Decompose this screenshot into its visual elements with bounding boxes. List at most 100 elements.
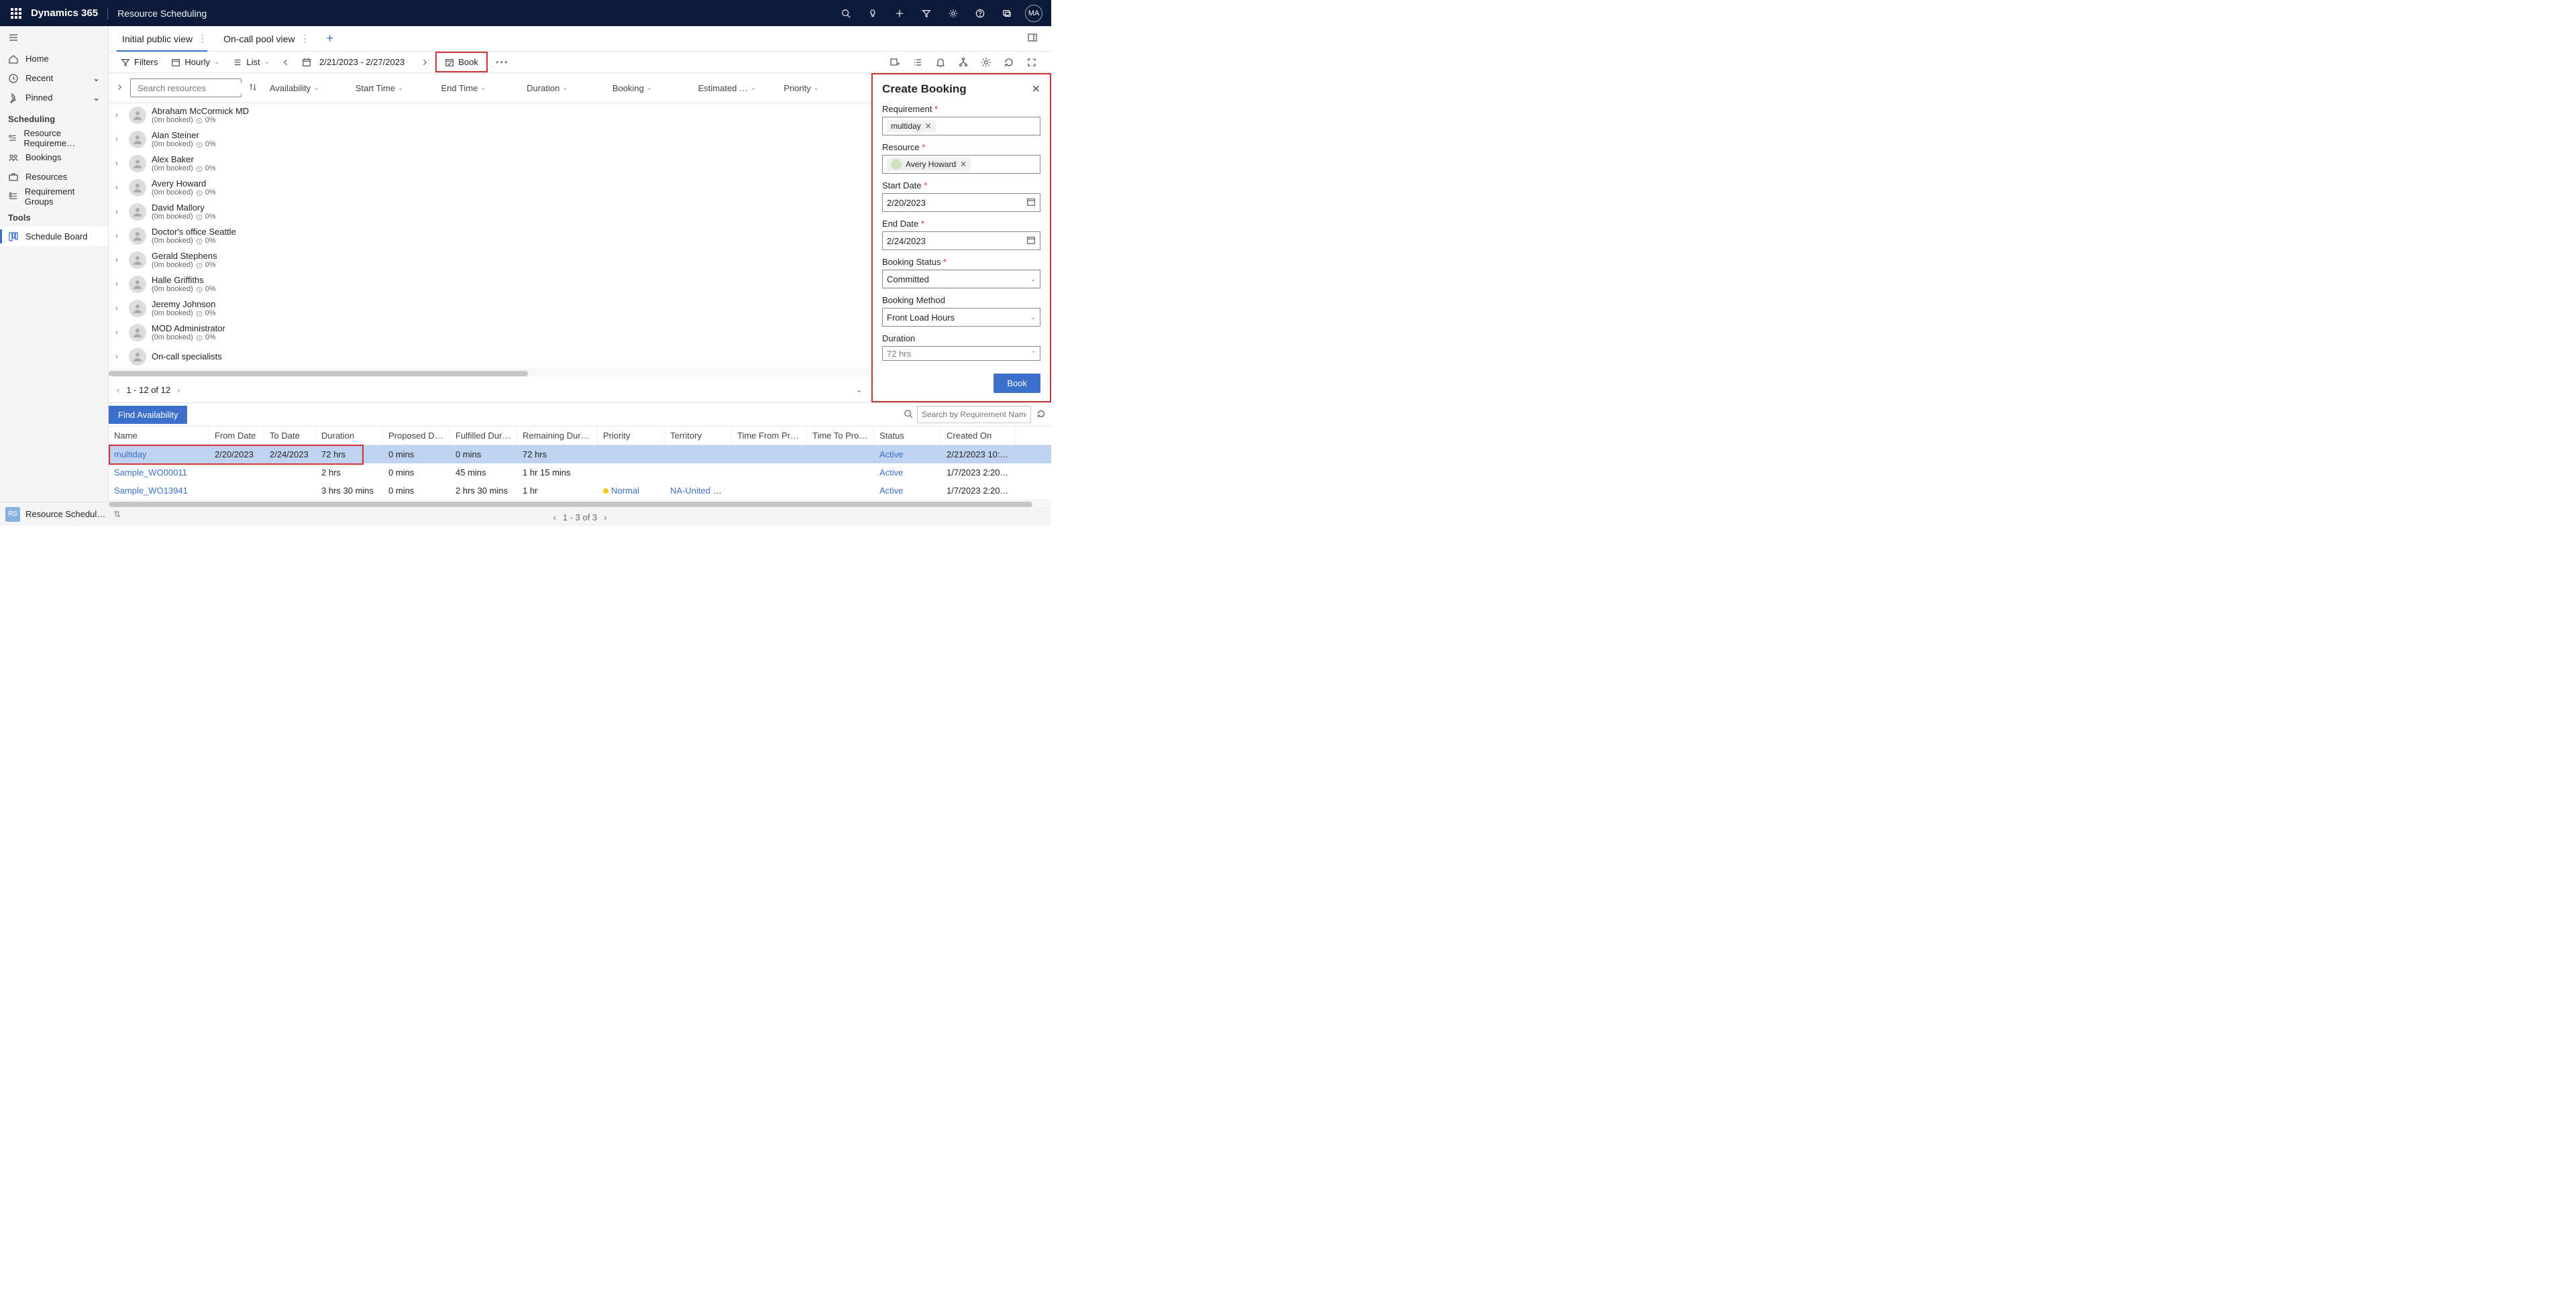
nav-schedule-board[interactable]: Schedule Board	[0, 227, 108, 246]
nav-requirement-groups[interactable]: Requirement Groups	[0, 186, 108, 206]
tab-menu-button[interactable]: ⋮	[195, 33, 210, 44]
view-hourly-button[interactable]: Hourly ⌄	[166, 54, 225, 70]
resource-row[interactable]: › Alan Steiner (0m booked) 0%	[109, 127, 871, 152]
scrollbar-thumb[interactable]	[109, 502, 1032, 507]
messages-button[interactable]	[994, 0, 1020, 26]
col-availability[interactable]: Availability⌄	[264, 83, 350, 93]
nav-resources[interactable]: Resources	[0, 167, 108, 186]
scrollbar-thumb[interactable]	[109, 371, 528, 376]
col-fulfilled-duration[interactable]: Fulfilled Durat…	[450, 427, 517, 445]
more-commands-button[interactable]: •••	[490, 54, 515, 70]
territory-link[interactable]: NA-United Sta…	[670, 486, 732, 496]
prev-range-button[interactable]	[278, 54, 294, 70]
collapse-toggle-button[interactable]: ⌄	[855, 384, 863, 395]
grid-pager-prev[interactable]: ‹	[553, 512, 556, 522]
resource-row[interactable]: › Jeremy Johnson (0m booked) 0%	[109, 296, 871, 321]
grid-horizontal-scrollbar[interactable]	[109, 500, 1051, 508]
calendar-icon[interactable]	[1026, 235, 1036, 247]
col-estimated[interactable]: Estimated …⌄	[693, 83, 779, 93]
col-remaining-duration[interactable]: Remaining Duration	[517, 427, 598, 445]
next-range-button[interactable]	[417, 54, 433, 70]
col-proposed-duration[interactable]: Proposed Dur…	[383, 427, 450, 445]
nav-resource-requirements[interactable]: Resource Requireme…	[0, 128, 108, 148]
expand-resource-button[interactable]: ›	[115, 304, 123, 313]
find-availability-button[interactable]: Find Availability	[109, 406, 187, 424]
horizontal-scrollbar[interactable]	[109, 369, 871, 377]
date-range-picker[interactable]: 2/21/2023 - 2/27/2023	[297, 54, 414, 70]
resource-row[interactable]: › Doctor's office Seattle (0m booked) 0%	[109, 224, 871, 248]
booking-method-select[interactable]: Front Load Hours ⌄	[882, 308, 1040, 327]
resource-row[interactable]: › David Mallory (0m booked) 0%	[109, 200, 871, 224]
col-territory[interactable]: Territory	[665, 427, 732, 445]
user-avatar-button[interactable]: MA	[1020, 0, 1047, 26]
close-panel-button[interactable]: ✕	[1032, 82, 1040, 96]
refresh-board-button[interactable]	[1002, 55, 1016, 70]
expand-all-button[interactable]	[115, 83, 123, 93]
area-switcher[interactable]: Resource Schedul…	[25, 509, 105, 519]
duration-input[interactable]: 72 hrs ⌃	[882, 346, 1040, 361]
grid-pager-next[interactable]: ›	[604, 512, 606, 522]
add-new-button[interactable]	[886, 0, 913, 26]
sort-resources-button[interactable]	[248, 82, 258, 94]
expand-resource-button[interactable]: ›	[115, 135, 123, 144]
requirement-row[interactable]: multiday 2/20/2023 2/24/2023 72 hrs 0 mi…	[109, 445, 1051, 463]
requirement-input[interactable]: multiday ✕	[882, 117, 1040, 135]
end-date-input[interactable]: 2/24/2023	[882, 231, 1040, 250]
status-link[interactable]: Active	[879, 449, 903, 459]
col-to-date[interactable]: To Date	[264, 427, 316, 445]
expand-resource-button[interactable]: ›	[115, 353, 123, 361]
col-duration[interactable]: Duration⌄	[521, 83, 607, 93]
col-end-time[interactable]: End Time⌄	[435, 83, 521, 93]
expand-resource-button[interactable]: ›	[115, 184, 123, 192]
col-start-time[interactable]: Start Time⌄	[350, 83, 436, 93]
expand-resource-button[interactable]: ›	[115, 232, 123, 240]
resource-input[interactable]: Avery Howard ✕	[882, 155, 1040, 174]
nav-recent[interactable]: Recent ⌄	[0, 68, 108, 88]
nav-home[interactable]: Home	[0, 49, 108, 68]
requirement-row[interactable]: Sample_WO00011 2 hrs 0 mins 45 mins 1 hr…	[109, 463, 1051, 482]
hierarchy-button[interactable]	[956, 55, 971, 70]
app-launcher-button[interactable]	[4, 1, 28, 25]
book-submit-button[interactable]: Book	[994, 374, 1040, 393]
board-settings-button[interactable]	[979, 55, 994, 70]
resource-row[interactable]: › Abraham McCormick MD (0m booked) 0%	[109, 103, 871, 127]
nav-pinned[interactable]: Pinned ⌄	[0, 88, 108, 107]
expand-resource-button[interactable]: ›	[115, 280, 123, 288]
resource-row[interactable]: › MOD Administrator (0m booked) 0%	[109, 321, 871, 345]
resource-row[interactable]: › Halle Griffiths (0m booked) 0%	[109, 272, 871, 296]
global-search-button[interactable]	[833, 0, 859, 26]
booking-status-select[interactable]: Committed ⌄	[882, 270, 1040, 288]
col-priority[interactable]: Priority	[598, 427, 665, 445]
req-refresh-button[interactable]	[1031, 409, 1051, 421]
expand-resource-button[interactable]: ›	[115, 111, 123, 119]
global-filter-button[interactable]	[913, 0, 940, 26]
remove-tag-button[interactable]: ✕	[960, 160, 967, 169]
col-name[interactable]: Name	[109, 427, 209, 445]
col-time-from-promised[interactable]: Time From Promis…	[732, 427, 807, 445]
tab-menu-button[interactable]: ⋮	[298, 33, 313, 44]
col-from-date[interactable]: From Date	[209, 427, 264, 445]
spin-up-icon[interactable]: ⌃	[1030, 350, 1036, 357]
filters-button[interactable]: Filters	[115, 54, 163, 70]
priority-link[interactable]: Normal	[611, 486, 639, 496]
req-search-icon-button[interactable]	[900, 409, 917, 421]
col-duration[interactable]: Duration	[316, 427, 383, 445]
nav-bookings[interactable]: Bookings	[0, 148, 108, 167]
requirement-name-link[interactable]: multiday	[114, 449, 146, 459]
assistant-button[interactable]	[859, 0, 886, 26]
add-tab-button[interactable]: +	[321, 32, 339, 46]
expand-resource-button[interactable]: ›	[115, 160, 123, 168]
alerts-button[interactable]	[933, 55, 948, 70]
resource-search-box[interactable]	[130, 78, 241, 97]
status-link[interactable]: Active	[879, 486, 903, 496]
req-search-input[interactable]	[917, 406, 1031, 423]
nav-collapse-button[interactable]	[0, 26, 108, 49]
col-created-on[interactable]: Created On	[941, 427, 1015, 445]
map-pin-group-button[interactable]	[888, 55, 902, 70]
requirement-name-link[interactable]: Sample_WO00011	[114, 467, 187, 478]
start-date-input[interactable]: 2/20/2023	[882, 193, 1040, 212]
resource-row[interactable]: › Avery Howard (0m booked) 0%	[109, 176, 871, 200]
resource-search-input[interactable]	[138, 83, 256, 93]
expand-resource-button[interactable]: ›	[115, 208, 123, 216]
pager-next-button[interactable]: ›	[177, 385, 180, 395]
